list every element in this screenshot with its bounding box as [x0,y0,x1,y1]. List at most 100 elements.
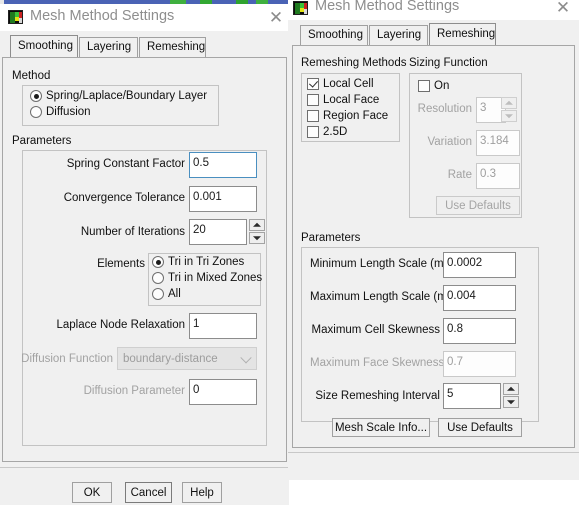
app-icon [293,1,308,15]
parameters-group-label: Parameters [12,135,72,147]
radio-tri-in-tri-zones[interactable]: Tri in Tri Zones [152,256,244,268]
input-value: 0.0002 [447,257,483,270]
label-maximum-length-scale: Maximum Length Scale (m) [310,291,451,303]
spinner-up-button[interactable] [249,219,265,231]
input-variation[interactable]: 3.184 [476,130,520,156]
tab-layering[interactable]: Layering [369,25,428,45]
remeshing-methods-group-label: Remeshing Methods [301,57,407,69]
radio-label: Diffusion [46,106,91,118]
radio-indicator [152,272,164,284]
sizing-function-group-label: Sizing Function [409,57,488,69]
tab-layering[interactable]: Layering [79,37,138,57]
input-diffusion-parameter[interactable]: 0 [189,379,257,405]
chevron-down-icon [240,351,252,363]
input-rate[interactable]: 0.3 [476,163,520,189]
mesh-scale-info-button[interactable]: Mesh Scale Info... [332,418,430,437]
label-diffusion-function: Diffusion Function [21,353,113,365]
input-maximum-cell-skewness[interactable]: 0.8 [443,318,516,344]
checkbox-sizing-function-on[interactable]: On [418,80,449,92]
spinner-number-of-iterations [249,219,265,245]
close-icon[interactable]: ✕ [265,7,287,29]
checkbox-label: Local Cell [323,78,374,90]
input-value: 0.001 [193,191,222,204]
spinner-up-button[interactable] [501,97,517,109]
radio-indicator [152,256,164,268]
checkbox-local-face[interactable]: Local Face [307,94,379,106]
tab-remeshing[interactable]: Remeshing [139,37,206,57]
checkbox-indicator [307,126,319,138]
ok-button[interactable]: OK [72,482,112,503]
label-resolution: Resolution [417,103,472,115]
checkbox-indicator [418,80,430,92]
input-number-of-iterations[interactable]: 20 [189,219,247,245]
spinner-up-button[interactable] [503,383,519,395]
right-tabstrip: Smoothing Layering Remeshing [300,23,575,45]
input-value: 3 [480,102,487,115]
checkbox-local-cell[interactable]: Local Cell [307,78,374,90]
checkbox-2-5d[interactable]: 2.5D [307,126,347,138]
spinner-down-button[interactable] [503,396,519,408]
input-value: 0.004 [447,290,476,303]
left-dialog-titlebar: Mesh Method Settings ✕ [0,4,289,31]
close-icon[interactable]: ✕ [552,0,574,19]
label-diffusion-parameter: Diffusion Parameter [83,385,185,397]
radio-tri-in-mixed-zones[interactable]: Tri in Mixed Zones [152,272,262,284]
left-dialog-title: Mesh Method Settings [30,8,175,24]
radio-indicator [30,90,42,102]
checkbox-label: Local Face [323,94,380,106]
label-elements: Elements [97,258,145,270]
checkbox-indicator [307,110,319,122]
radio-diffusion[interactable]: Diffusion [30,106,91,118]
app-icon [8,10,23,24]
spinner-down-button[interactable] [249,232,265,244]
spinner-down-button[interactable] [501,110,517,122]
input-laplace-node-relaxation[interactable]: 1 [189,313,257,339]
label-number-of-iterations: Number of Iterations [80,226,185,238]
input-value: 0.7 [447,356,463,369]
cancel-button[interactable]: Cancel [125,482,172,503]
select-diffusion-function[interactable]: boundary-distance [117,347,257,370]
radio-label: Tri in Mixed Zones [168,272,263,284]
input-maximum-face-skewness[interactable]: 0.7 [443,351,516,377]
checkbox-label: Region Face [323,110,389,122]
tab-smoothing[interactable]: Smoothing [300,25,368,45]
right-dialog-separator [288,452,579,453]
input-minimum-length-scale[interactable]: 0.0002 [443,252,516,278]
input-value: 1 [193,318,200,331]
right-parameters-group-label: Parameters [301,232,361,244]
checkbox-region-face[interactable]: Region Face [307,110,388,122]
radio-label: All [168,288,181,300]
help-button[interactable]: Help [182,482,222,503]
radio-indicator [152,288,164,300]
input-convergence-tolerance[interactable]: 0.001 [189,186,257,212]
label-convergence-tolerance: Convergence Tolerance [63,192,185,204]
radio-all[interactable]: All [152,288,181,300]
label-laplace-node-relaxation: Laplace Node Relaxation [56,319,185,331]
input-spring-constant-factor[interactable]: 0.5 [189,152,257,178]
left-dialog-separator [0,467,289,468]
right-dialog-titlebar: Mesh Method Settings ✕ [288,0,579,20]
input-maximum-length-scale[interactable]: 0.004 [443,285,516,311]
label-minimum-length-scale: Minimum Length Scale (m) [310,258,448,270]
tab-smoothing[interactable]: Smoothing [10,35,78,57]
radio-label: Spring/Laplace/Boundary Layer [46,90,208,102]
input-value: 3.184 [480,135,509,148]
sizing-use-defaults-button[interactable]: Use Defaults [436,196,520,215]
method-group-label: Method [12,70,51,82]
input-value: 5 [447,388,454,401]
input-value: 0.5 [193,157,209,170]
parameters-use-defaults-button[interactable]: Use Defaults [438,418,522,437]
label-variation: Variation [427,136,472,148]
radio-label: Tri in Tri Zones [168,256,245,268]
input-size-remeshing-interval[interactable]: 5 [443,383,501,409]
input-value: 0.3 [480,168,496,181]
spinner-size-remeshing-interval [503,383,519,409]
right-mesh-method-settings-dialog: Mesh Method Settings ✕ Smoothing Layerin… [288,0,579,480]
radio-spring-laplace-boundary-layer[interactable]: Spring/Laplace/Boundary Layer [30,90,207,102]
checkbox-indicator [307,94,319,106]
input-value: 0.8 [447,323,463,336]
label-spring-constant-factor: Spring Constant Factor [66,158,185,170]
input-value: 20 [193,224,206,237]
tab-remeshing[interactable]: Remeshing [429,23,496,45]
radio-indicator [30,106,42,118]
